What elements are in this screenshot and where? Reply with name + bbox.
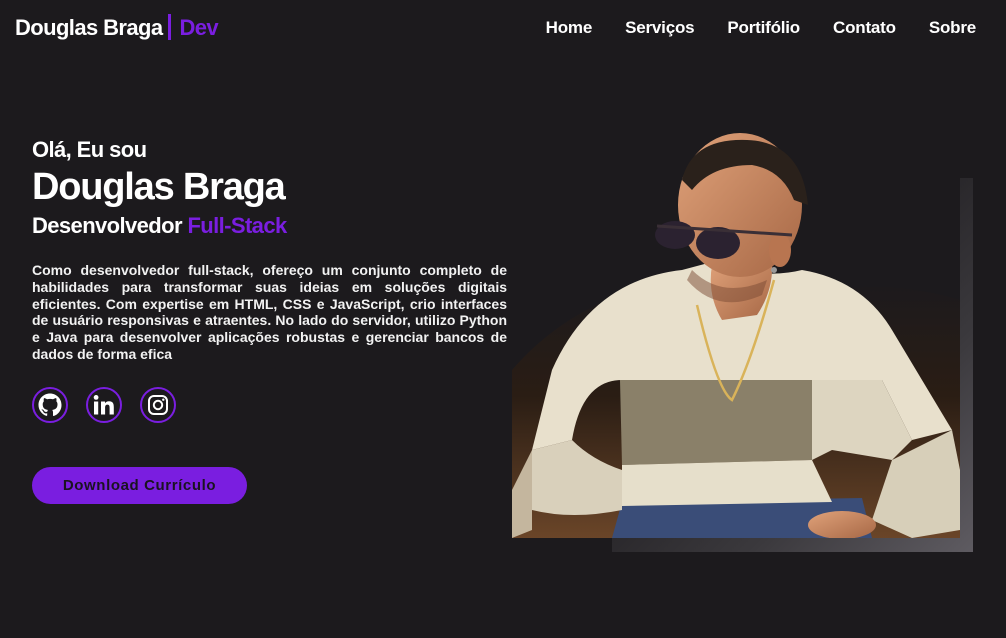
role-prefix: Desenvolvedor bbox=[32, 213, 183, 238]
hero-description: Como desenvolvedor full-stack, ofereço u… bbox=[32, 262, 507, 362]
nav-contato[interactable]: Contato bbox=[833, 18, 896, 38]
nav-home[interactable]: Home bbox=[546, 18, 593, 38]
github-link[interactable] bbox=[32, 387, 68, 423]
nav-servicos[interactable]: Serviços bbox=[625, 18, 694, 38]
linkedin-icon bbox=[93, 395, 114, 415]
profile-photo bbox=[512, 130, 960, 538]
header: Douglas Braga Dev Home Serviços Portifóli… bbox=[0, 0, 1006, 56]
logo-divider bbox=[168, 14, 172, 40]
logo[interactable]: Douglas Braga Dev bbox=[15, 14, 219, 41]
linkedin-link[interactable] bbox=[86, 387, 122, 423]
instagram-icon bbox=[148, 395, 168, 415]
hero-role: Desenvolvedor Full-Stack bbox=[32, 213, 287, 239]
logo-accent: Dev bbox=[179, 15, 219, 40]
hero-name: Douglas Braga bbox=[32, 166, 286, 208]
page: Douglas Braga Dev Home Serviços Portifóli… bbox=[0, 0, 1006, 638]
social-links bbox=[32, 387, 176, 423]
instagram-link[interactable] bbox=[140, 387, 176, 423]
logo-name: Douglas Braga bbox=[15, 15, 163, 40]
role-accent: Full-Stack bbox=[187, 213, 287, 238]
download-cv-button[interactable]: Download Currículo bbox=[32, 467, 247, 504]
nav-portifolio[interactable]: Portifólio bbox=[727, 18, 800, 38]
greeting: Olá, Eu sou bbox=[32, 137, 147, 162]
nav-sobre[interactable]: Sobre bbox=[929, 18, 976, 38]
nav-menu: Home Serviços Portifólio Contato Sobre bbox=[546, 18, 977, 38]
github-icon bbox=[38, 393, 62, 417]
